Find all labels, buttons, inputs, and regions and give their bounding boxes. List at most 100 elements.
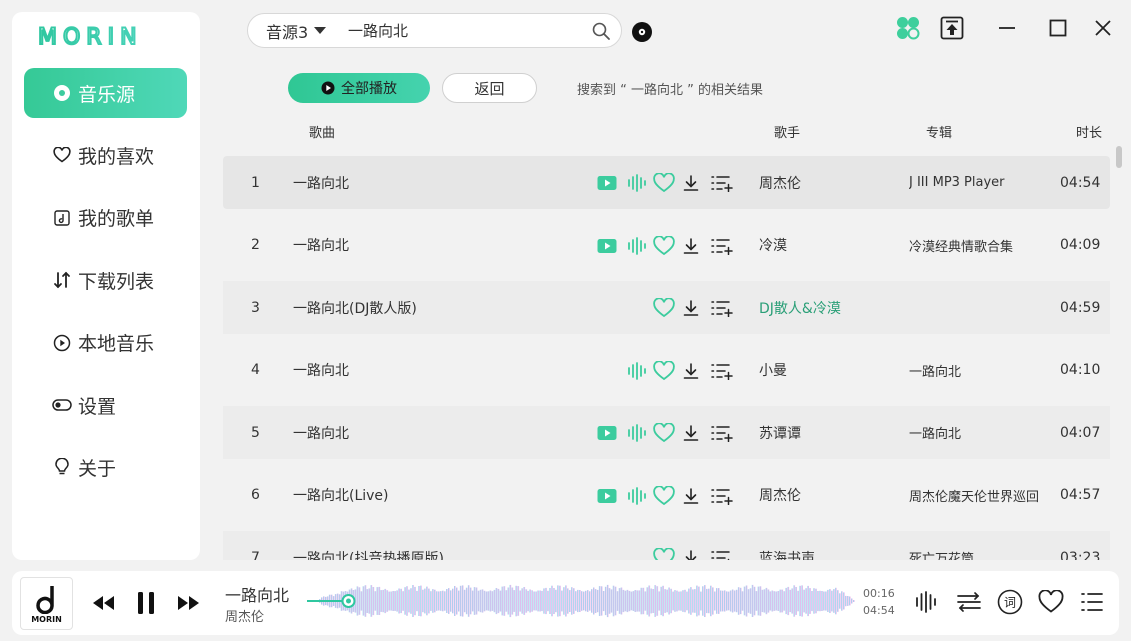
add-to-playlist-icon[interactable] xyxy=(711,485,733,507)
download-icon[interactable] xyxy=(680,360,702,382)
quality-icon[interactable] xyxy=(626,422,648,444)
table-row[interactable]: 3 一路向北(DJ散人版) DJ散人&冷漠 04:59 xyxy=(223,281,1110,334)
sidebar-item-2[interactable]: 我的歌单 xyxy=(24,193,187,243)
song-name: 一路向北(DJ散人版) xyxy=(293,300,417,317)
heart-icon[interactable] xyxy=(653,297,675,319)
download-icon[interactable] xyxy=(680,485,702,507)
header-song: 歌曲 xyxy=(309,126,336,141)
play-all-label: 全部播放 xyxy=(341,80,397,96)
clover-icon[interactable] xyxy=(894,14,922,42)
upload-icon[interactable] xyxy=(939,14,965,42)
back-button[interactable]: 返回 xyxy=(442,73,537,103)
mv-icon[interactable] xyxy=(596,422,618,444)
disc-icon[interactable] xyxy=(631,21,653,43)
table-row[interactable]: 7 一路向北(抖音热播原版) 蓝海书声 死亡万花筒 03:23 xyxy=(223,531,1110,560)
sidebar-item-label: 我的歌单 xyxy=(78,208,155,231)
next-icon[interactable] xyxy=(174,588,202,618)
heart-icon[interactable] xyxy=(653,547,675,560)
sidebar-item-1[interactable]: 我的喜欢 xyxy=(24,130,187,180)
mv-icon[interactable] xyxy=(596,235,618,257)
table-row[interactable]: 4 一路向北 小曼 一路向北 04:10 xyxy=(223,344,1110,397)
sidebar-item-label: 关于 xyxy=(78,457,117,480)
song-album[interactable]: 周杰伦魔天伦世界巡回 xyxy=(909,469,1049,522)
song-duration: 04:10 xyxy=(1060,362,1101,378)
download-icon[interactable] xyxy=(680,297,702,319)
waveform-progress[interactable] xyxy=(307,581,857,621)
sidebar-item-6[interactable]: 关于 xyxy=(24,442,187,492)
heart-icon[interactable] xyxy=(653,172,675,194)
playlist-menu-icon[interactable] xyxy=(1077,587,1107,617)
table-row[interactable]: 1 一路向北 周杰伦 J III MP3 Player 04:54 xyxy=(223,156,1110,209)
song-artist[interactable]: 蓝海书声 xyxy=(759,531,815,561)
heart-icon[interactable] xyxy=(653,485,675,507)
play-all-button[interactable]: 全部播放 xyxy=(288,73,430,103)
row-index: 4 xyxy=(251,362,260,378)
svg-text:MORIN: MORIN xyxy=(38,26,143,46)
table-row[interactable]: 5 一路向北 苏谭谭 一路向北 04:07 xyxy=(223,406,1110,459)
song-album[interactable]: 一路向北 xyxy=(909,406,1049,459)
equalizer-icon[interactable] xyxy=(911,587,941,617)
heart-icon[interactable] xyxy=(653,360,675,382)
download-icon[interactable] xyxy=(680,422,702,444)
song-duration: 04:54 xyxy=(1060,174,1101,191)
add-to-playlist-icon[interactable] xyxy=(711,297,733,319)
add-to-playlist-icon[interactable] xyxy=(711,547,733,560)
row-index: 7 xyxy=(251,549,260,561)
song-name: 一路向北(Live) xyxy=(293,488,389,504)
song-album[interactable]: 冷漠经典情歌合集 xyxy=(909,219,1049,272)
lyrics-button[interactable]: 词 xyxy=(995,587,1025,617)
song-artist[interactable]: 苏谭谭 xyxy=(759,406,801,459)
sidebar-item-label: 音乐源 xyxy=(78,83,136,106)
sidebar-item-3[interactable]: 下载列表 xyxy=(24,255,187,305)
download-icon[interactable] xyxy=(680,547,702,560)
song-album[interactable]: 死亡万花筒 xyxy=(909,531,1049,560)
table-row[interactable]: 6 一路向北(Live) 周杰伦 周杰伦魔天伦世界巡回 04:57 xyxy=(223,469,1110,522)
song-album[interactable] xyxy=(909,281,1049,334)
mv-icon[interactable] xyxy=(596,485,618,507)
song-album[interactable]: J III MP3 Player xyxy=(909,156,1049,209)
song-artist[interactable]: 周杰伦 xyxy=(759,469,801,522)
heart-icon[interactable] xyxy=(653,235,675,257)
sidebar-item-5[interactable]: 设置 xyxy=(24,380,187,430)
add-to-playlist-icon[interactable] xyxy=(711,235,733,257)
song-duration: 04:57 xyxy=(1060,487,1101,503)
favorite-icon[interactable] xyxy=(1036,587,1066,617)
table-row[interactable]: 2 一路向北 冷漠 冷漠经典情歌合集 04:09 xyxy=(223,219,1110,272)
play-order-icon[interactable] xyxy=(954,587,984,617)
add-to-playlist-icon[interactable] xyxy=(711,172,733,194)
previous-icon[interactable] xyxy=(90,588,118,618)
album-cover[interactable]: MORIN xyxy=(20,577,73,630)
sidebar: MORIN 音乐源我的喜欢我的歌单下载列表本地音乐设置关于 xyxy=(12,12,200,560)
heart-icon[interactable] xyxy=(653,422,675,444)
sidebar-item-0[interactable]: 音乐源 xyxy=(24,68,187,118)
source-select[interactable]: 音源3 xyxy=(248,19,348,43)
search-icon[interactable] xyxy=(591,21,611,41)
quality-icon[interactable] xyxy=(626,360,648,382)
song-name: 一路向北 xyxy=(293,238,349,254)
maximize-icon[interactable] xyxy=(1045,14,1071,42)
add-to-playlist-icon[interactable] xyxy=(711,422,733,444)
download-icon[interactable] xyxy=(680,172,702,194)
song-artist[interactable]: DJ散人&冷漠 xyxy=(759,281,841,334)
sidebar-item-label: 设置 xyxy=(78,395,117,418)
toggle-icon xyxy=(52,395,72,415)
quality-icon[interactable] xyxy=(626,235,648,257)
quality-icon[interactable] xyxy=(626,485,648,507)
song-artist[interactable]: 小曼 xyxy=(759,344,787,397)
add-to-playlist-icon[interactable] xyxy=(711,360,733,382)
download-icon[interactable] xyxy=(680,235,702,257)
song-artist[interactable]: 冷漠 xyxy=(759,219,787,272)
row-index: 3 xyxy=(251,299,260,316)
mv-icon[interactable] xyxy=(596,172,618,194)
scrollbar[interactable] xyxy=(1116,146,1122,168)
close-icon[interactable] xyxy=(1090,14,1116,42)
pause-icon[interactable] xyxy=(132,588,160,618)
song-album[interactable]: 一路向北 xyxy=(909,344,1049,397)
song-artist[interactable]: 周杰伦 xyxy=(759,156,801,209)
song-duration: 03:23 xyxy=(1060,549,1101,561)
sidebar-item-4[interactable]: 本地音乐 xyxy=(24,318,187,368)
minimize-icon[interactable] xyxy=(994,14,1020,42)
header-album: 专辑 xyxy=(926,126,953,141)
search-input[interactable] xyxy=(348,21,583,40)
quality-icon[interactable] xyxy=(626,172,648,194)
